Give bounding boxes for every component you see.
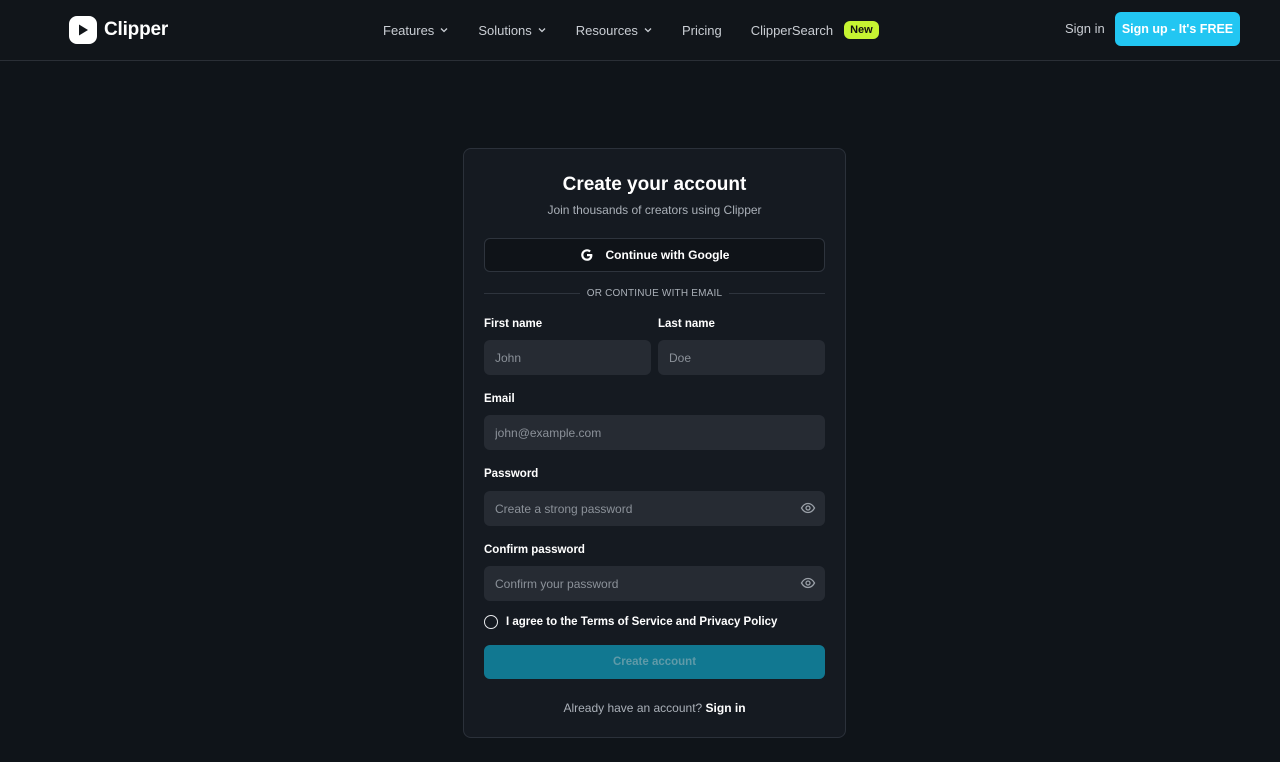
terms-agreement: I agree to the Terms of Service and Priv… xyxy=(484,615,777,629)
email-label: Email xyxy=(484,393,515,405)
first-name-input[interactable] xyxy=(484,340,651,375)
last-name-label: Last name xyxy=(658,318,715,330)
nav-features-label: Features xyxy=(383,22,435,38)
footer-signin-link[interactable]: Sign in xyxy=(706,701,746,715)
terms-checkbox[interactable] xyxy=(484,615,498,629)
chevron-down-icon xyxy=(644,28,652,33)
main-nav: Features Solutions Resources Pricing Cli… xyxy=(383,17,908,43)
nav-clippersearch-label: ClipperSearch xyxy=(750,22,834,38)
signin-prompt: Already have an account? Sign in xyxy=(464,701,845,715)
divider-line-right xyxy=(729,292,826,294)
google-button-label: Continue with Google xyxy=(605,248,730,262)
card-subtitle: Join thousands of creators using Clipper xyxy=(547,203,762,217)
divider-text: OR CONTINUE WITH EMAIL xyxy=(586,287,723,299)
signup-button[interactable]: Sign up - It's FREE xyxy=(1115,12,1240,46)
signin-prompt-text: Already have an account? xyxy=(563,701,703,715)
chevron-down-icon xyxy=(538,28,546,33)
card-title: Create your account xyxy=(562,174,747,195)
nav-pricing-label: Pricing xyxy=(681,22,722,38)
new-badge: New xyxy=(844,21,879,39)
eye-icon[interactable] xyxy=(800,500,816,516)
confirm-password-input[interactable] xyxy=(484,566,825,601)
nav-features[interactable]: Features xyxy=(383,23,449,38)
email-input[interactable] xyxy=(484,415,825,450)
last-name-input[interactable] xyxy=(658,340,825,375)
nav-resources-label: Resources xyxy=(575,22,638,38)
signup-card: Create your account Join thousands of cr… xyxy=(463,148,846,738)
chevron-down-icon xyxy=(440,28,448,33)
confirm-password-label: Confirm password xyxy=(484,544,585,556)
header-signin-link[interactable]: Sign in xyxy=(1065,21,1105,36)
first-name-label: First name xyxy=(484,318,543,330)
password-label: Password xyxy=(484,468,539,480)
divider-line-left xyxy=(484,292,580,294)
top-navbar: Clipper Features Solutions Resources Pri… xyxy=(0,0,1280,61)
logo[interactable]: Clipper xyxy=(69,15,168,45)
password-input[interactable] xyxy=(484,491,825,526)
or-divider: OR CONTINUE WITH EMAIL xyxy=(484,286,826,300)
google-signin-button[interactable]: Continue with Google xyxy=(484,238,825,272)
nav-solutions[interactable]: Solutions xyxy=(478,23,546,38)
terms-text: I agree to the Terms of Service and Priv… xyxy=(506,616,778,628)
create-account-button[interactable]: Create account xyxy=(484,645,825,679)
eye-icon[interactable] xyxy=(800,575,816,591)
logo-text: Clipper xyxy=(104,19,169,40)
play-logo-icon xyxy=(69,16,97,44)
google-icon xyxy=(580,249,592,261)
nav-solutions-label: Solutions xyxy=(478,22,532,38)
nav-clippersearch[interactable]: ClipperSearch New xyxy=(751,21,879,39)
nav-resources[interactable]: Resources xyxy=(576,23,653,38)
nav-pricing[interactable]: Pricing xyxy=(682,23,722,38)
